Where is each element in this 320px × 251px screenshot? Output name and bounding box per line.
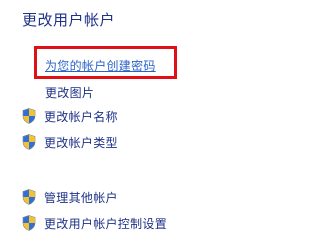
- change-account-name-link[interactable]: 更改帐户名称: [22, 107, 118, 125]
- change-uac-settings-link[interactable]: 更改用户帐户控制设置: [22, 214, 167, 232]
- manage-other-accounts-link[interactable]: 管理其他帐户: [22, 188, 118, 206]
- section-heading: 更改用户帐户: [22, 11, 116, 29]
- uac-shield-icon: [22, 189, 36, 205]
- manage-other-accounts-label: 管理其他帐户: [44, 190, 118, 205]
- user-accounts-task-panel: 更改用户帐户 为您的帐户创建密码 更改图片 更改帐户名称 更改帐户类型 管理其他…: [0, 0, 307, 251]
- uac-shield-icon: [22, 108, 36, 124]
- uac-shield-icon: [22, 134, 36, 150]
- uac-shield-icon: [22, 215, 36, 231]
- change-account-type-label: 更改帐户类型: [44, 135, 118, 150]
- change-uac-settings-label: 更改用户帐户控制设置: [44, 216, 168, 231]
- change-picture-link[interactable]: 更改图片: [45, 83, 94, 101]
- change-account-name-label: 更改帐户名称: [44, 109, 118, 124]
- change-account-type-link[interactable]: 更改帐户类型: [22, 133, 118, 151]
- change-picture-label: 更改图片: [45, 85, 95, 100]
- highlight-box: [34, 46, 177, 79]
